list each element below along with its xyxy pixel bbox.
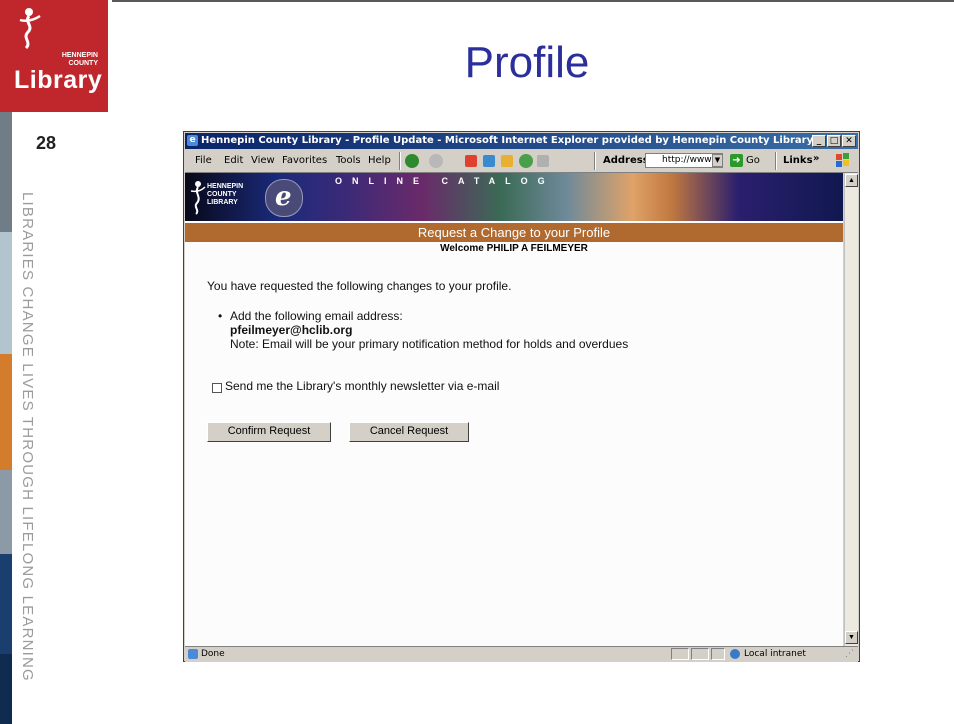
zone-text: Local intranet [744,649,806,659]
intro-text: You have requested the following changes… [207,279,512,293]
change-label: Add the following email address: [230,309,403,323]
stop-icon[interactable] [465,155,477,167]
change-note: Note: Email will be your primary notific… [230,337,629,351]
menu-tools[interactable]: Tools [336,155,361,166]
maximize-button[interactable]: □ [827,135,841,147]
minimize-button[interactable]: _ [812,135,826,147]
change-list-item: • Add the following email address: pfeil… [218,309,629,351]
confirm-request-button[interactable]: Confirm Request [207,422,331,442]
print-icon[interactable] [537,155,549,167]
windows-flag-icon [836,153,849,167]
slide-top-rule [0,0,954,2]
color-stripe-lightblue [0,232,12,354]
menu-edit[interactable]: Edit [224,155,243,166]
e-library-logo: e [265,179,303,217]
address-dropdown-button[interactable]: ▼ [712,154,723,167]
cancel-request-button[interactable]: Cancel Request [349,422,469,442]
status-bar: Done Local intranet ⋰ [185,646,858,662]
scroll-down-button[interactable]: ▼ [845,631,858,644]
toolbar-separator [594,152,596,170]
window-titlebar: e Hennepin County Library - Profile Upda… [185,133,858,149]
vertical-scrollbar[interactable]: ▲ ▼ [844,173,858,646]
banner-org-name: HENNEPIN COUNTY LIBRARY [207,183,244,206]
status-panel [671,648,689,660]
back-icon[interactable] [405,154,419,168]
slide-title: Profile [464,38,590,87]
menu-toolbar: File Edit View Favorites Tools Help Addr… [185,150,858,173]
home-icon[interactable] [501,155,513,167]
color-stripe-slate [0,470,12,554]
forward-icon[interactable] [429,154,443,168]
catalog-banner: HENNEPIN COUNTY LIBRARY e ONLINE CATALOG [185,173,843,221]
slide-left-panel: HENNEPIN COUNTY Library 28 LIBRARIES CHAN… [0,0,112,724]
welcome-message: Welcome PHILIP A FEILMEYER [440,243,588,254]
toolbar-separator [775,152,777,170]
newsletter-label: Send me the Library's monthly newsletter… [225,379,500,393]
page-done-icon [188,649,198,659]
links-button[interactable]: Links [783,155,813,166]
chevron-right-icon[interactable]: » [813,153,819,164]
banner-catalog-text: ONLINE CATALOG [335,176,555,186]
status-panel [691,648,709,660]
resize-grip-icon[interactable]: ⋰ [845,649,855,659]
go-arrow-icon[interactable]: ➜ [730,154,743,167]
ie-browser-window: e Hennepin County Library - Profile Upda… [183,131,860,662]
address-label: Address [603,155,649,166]
color-stripe-orange [0,354,12,470]
menu-view[interactable]: View [251,155,275,166]
bullet-icon: • [218,309,223,323]
change-email: pfeilmeyer@hclib.org [230,323,353,337]
go-button[interactable]: Go [746,155,760,166]
page-heading: Request a Change to your Profile [185,223,843,242]
menu-file[interactable]: File [195,155,212,166]
ie-icon: e [187,135,198,146]
color-stripe-navy [0,554,12,654]
scroll-up-button[interactable]: ▲ [845,174,858,187]
color-stripe-darknavy [0,654,12,724]
page-content: HENNEPIN COUNTY LIBRARY e ONLINE CATALOG… [185,173,843,646]
menu-favorites[interactable]: Favorites [282,155,327,166]
local-intranet-icon [730,649,740,659]
slide-number: 28 [36,133,57,153]
color-stripe-gray [0,112,12,232]
toolbar-separator [399,152,401,170]
dancer-figure-icon [190,181,206,215]
history-icon[interactable] [519,154,533,168]
status-text: Done [201,649,225,659]
menu-help[interactable]: Help [368,155,391,166]
newsletter-checkbox[interactable] [212,383,222,393]
refresh-icon[interactable] [483,155,495,167]
window-title: Hennepin County Library - Profile Update… [201,135,814,146]
status-panel [711,648,725,660]
close-button[interactable]: ✕ [842,135,856,147]
slide-tagline: LIBRARIES CHANGE LIVES THROUGH LIFELONG … [19,192,36,682]
